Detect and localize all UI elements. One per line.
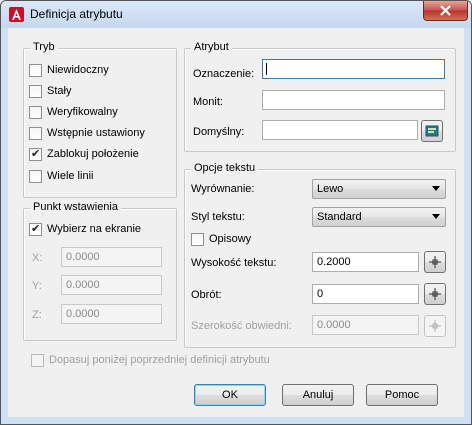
multiple-lines-checkbox[interactable] — [29, 169, 42, 183]
text-style-label: Styl tekstu: — [191, 211, 245, 223]
specify-onscreen-label: Wybierz na ekranie — [47, 223, 142, 235]
title-bar[interactable]: Definicja atrybutu — [1, 1, 471, 28]
invisible-checkbox[interactable] — [29, 63, 42, 77]
verify-checkbox-row[interactable]: Weryfikowalny — [29, 104, 118, 120]
z-field[interactable]: 0.0000 — [61, 304, 162, 324]
prompt-field[interactable] — [262, 90, 445, 110]
constant-label: Stały — [47, 85, 72, 97]
preset-checkbox-row[interactable]: Wstępnie ustawiony — [29, 125, 145, 141]
lock-position-checkbox[interactable]: ✔ — [29, 147, 42, 161]
justification-value: Lewo — [317, 183, 344, 195]
text-height-field[interactable]: 0.2000 — [312, 252, 419, 272]
rotation-label: Obrót: — [191, 289, 222, 301]
z-label: Z: — [32, 309, 42, 321]
pick-rotation-button[interactable] — [424, 283, 446, 305]
insertion-point-group-title: Punkt wstawienia — [30, 201, 121, 213]
x-field[interactable]: 0.0000 — [61, 247, 162, 267]
pick-height-button[interactable] — [424, 251, 446, 273]
justification-dropdown[interactable]: Lewo — [312, 179, 446, 199]
lock-position-label: Zablokuj położenie — [47, 148, 139, 160]
specify-onscreen-checkbox[interactable]: ✔ — [29, 222, 42, 236]
lock-position-checkbox-row[interactable]: ✔ Zablokuj położenie — [29, 146, 139, 162]
text-caret — [266, 63, 267, 75]
chevron-down-icon — [432, 214, 440, 219]
constant-checkbox-row[interactable]: Stały — [29, 83, 71, 99]
verify-label: Weryfikowalny — [47, 106, 118, 118]
constant-checkbox[interactable] — [29, 84, 42, 98]
invisible-checkbox-row[interactable]: Niewidoczny — [29, 62, 109, 78]
dialog-window: Definicja atrybutu Tryb Niewidoczny Stał… — [0, 0, 472, 425]
prompt-label: Monit: — [193, 96, 223, 108]
tag-field[interactable] — [262, 59, 445, 79]
annotative-checkbox[interactable] — [191, 232, 204, 246]
autocad-logo-icon — [9, 7, 24, 22]
crosshair-icon — [429, 256, 441, 268]
align-below-label: Dopasuj poniżej poprzedniej definicji at… — [49, 354, 270, 366]
preset-checkbox[interactable] — [29, 126, 42, 140]
cancel-button[interactable]: Anuluj — [282, 384, 354, 406]
invisible-label: Niewidoczny — [47, 64, 109, 76]
dialog-body: Tryb Niewidoczny Stały Weryfikowalny Wst… — [8, 28, 464, 417]
multiple-lines-checkbox-row[interactable]: Wiele linii — [29, 168, 93, 184]
text-style-dropdown[interactable]: Standard — [312, 207, 446, 227]
help-button[interactable]: Pomoc — [366, 384, 438, 406]
text-style-value: Standard — [317, 211, 362, 223]
checkmark-icon: ✔ — [31, 222, 41, 235]
attribute-group-title: Atrybut — [191, 41, 232, 53]
verify-checkbox[interactable] — [29, 105, 42, 119]
text-settings-group-title: Opcje tekstu — [191, 162, 259, 174]
align-below-checkbox[interactable] — [31, 353, 44, 367]
rotation-field[interactable]: 0 — [312, 284, 419, 304]
tag-label: Oznaczenie: — [193, 68, 255, 80]
boundary-width-label: Szerokość obwiedni: — [191, 320, 292, 332]
preset-label: Wstępnie ustawiony — [47, 127, 145, 139]
specify-onscreen-checkbox-row[interactable]: ✔ Wybierz na ekranie — [29, 221, 141, 237]
x-label: X: — [32, 252, 43, 264]
default-field[interactable] — [262, 120, 418, 140]
annotative-checkbox-row[interactable]: Opisowy — [191, 231, 251, 247]
crosshair-icon — [429, 288, 441, 300]
chevron-down-icon — [432, 186, 440, 191]
y-label: Y: — [32, 280, 42, 292]
align-below-checkbox-row[interactable]: Dopasuj poniżej poprzedniej definicji at… — [31, 352, 270, 368]
ok-button[interactable]: OK — [194, 384, 266, 406]
annotative-label: Opisowy — [209, 233, 252, 245]
window-title: Definicja atrybutu — [30, 7, 123, 21]
pick-boundary-width-button[interactable] — [424, 315, 446, 337]
boundary-width-field[interactable]: 0.0000 — [312, 315, 419, 335]
insert-field-icon — [425, 125, 439, 137]
checkmark-icon: ✔ — [31, 147, 41, 160]
close-icon — [440, 5, 451, 16]
close-button[interactable] — [423, 1, 468, 21]
text-height-label: Wysokość tekstu: — [191, 257, 277, 269]
y-field[interactable]: 0.0000 — [61, 275, 162, 295]
mode-group-title: Tryb — [30, 41, 58, 53]
default-label: Domyślny: — [193, 126, 245, 138]
justification-label: Wyrównanie: — [191, 183, 255, 195]
insert-field-button[interactable] — [421, 120, 443, 142]
crosshair-icon — [429, 320, 441, 332]
multiple-lines-label: Wiele linii — [47, 170, 94, 182]
